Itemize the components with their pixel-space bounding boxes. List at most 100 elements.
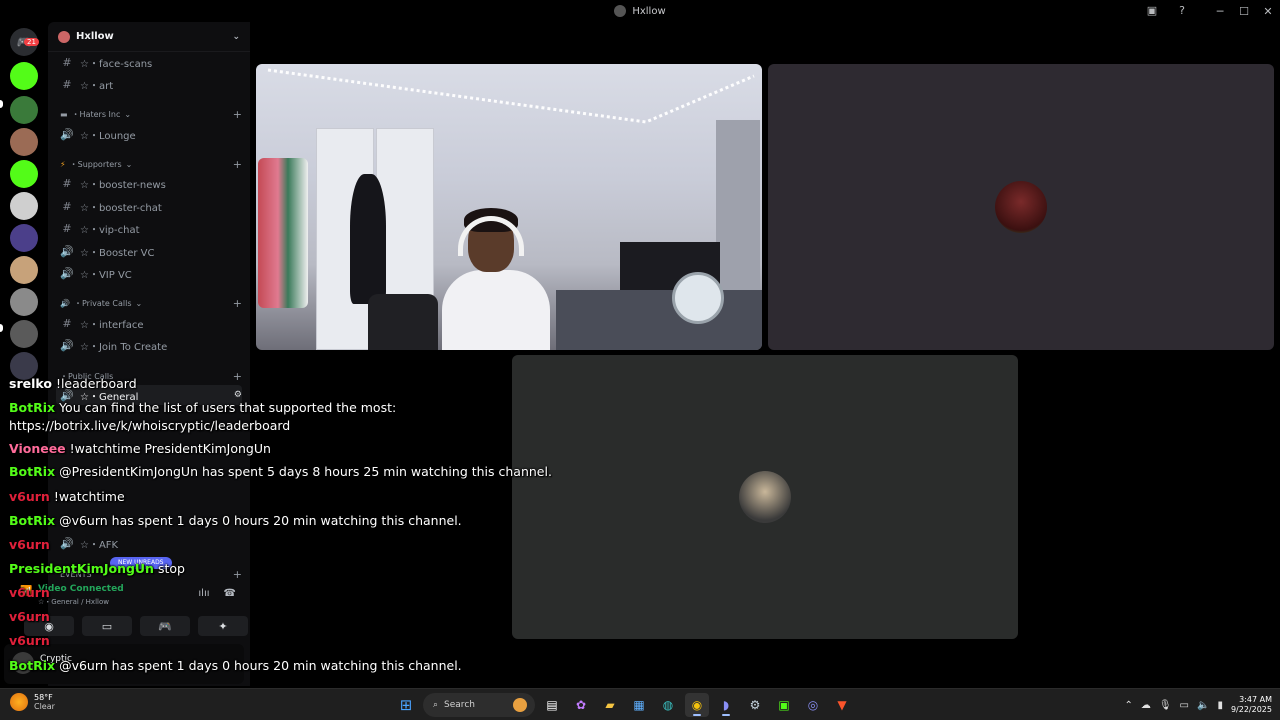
microphone-icon[interactable]: 🎙	[1159, 700, 1172, 711]
inbox-icon[interactable]: ▣	[1144, 3, 1160, 19]
network-icon[interactable]: ▭	[1180, 700, 1189, 711]
avatar[interactable]	[12, 652, 34, 674]
channel-vip-vc[interactable]: 🔊 ☆・VIP VC	[56, 263, 242, 283]
activity-button[interactable]: 🎮	[140, 616, 190, 636]
server-icon[interactable]	[10, 96, 38, 124]
chevron-down-icon: ⌄	[135, 298, 143, 308]
soundboard-button[interactable]: ✦	[198, 616, 248, 636]
username: Cryptic	[40, 654, 73, 664]
voice-channel-icon: 🔊	[60, 127, 74, 141]
channel-label: ☆・AFK	[80, 539, 119, 551]
channel-face-scans[interactable]: # ☆・face-scans	[56, 52, 242, 72]
chevron-down-icon: ⌄	[232, 31, 240, 42]
edge-icon[interactable]: ◍	[656, 693, 680, 717]
channel-art[interactable]: # ☆・art	[56, 74, 242, 94]
category-label: ・Public Calls	[60, 371, 114, 381]
server-icon[interactable]	[10, 288, 38, 316]
server-icon[interactable]	[10, 192, 38, 220]
server-icon[interactable]	[10, 128, 38, 156]
noise-suppression-icon[interactable]: ılıı	[198, 588, 209, 599]
video-tile-user[interactable]	[768, 64, 1274, 350]
channel-label: ☆・interface	[80, 319, 144, 331]
avatar	[739, 471, 791, 523]
brave-icon[interactable]: ▼	[830, 693, 854, 717]
volume-icon[interactable]: 🔈	[1197, 700, 1209, 711]
app-icon[interactable]: ▣	[772, 693, 796, 717]
add-channel-icon[interactable]: +	[233, 108, 242, 121]
channel-booster-news[interactable]: # ☆・booster-news	[56, 173, 242, 193]
add-channel-icon[interactable]: +	[233, 370, 242, 383]
server-icon[interactable]	[10, 320, 38, 348]
server-icon[interactable]	[10, 256, 38, 284]
app-icon[interactable]: ◎	[801, 693, 825, 717]
text-channel-icon: #	[62, 199, 72, 213]
mention-badge: 21	[24, 38, 39, 46]
window-title: Hxllow	[614, 5, 666, 17]
channel-booster-chat[interactable]: # ☆・booster-chat	[56, 196, 242, 216]
close-button[interactable]: ✕	[1256, 5, 1280, 18]
bed	[556, 290, 762, 350]
file-explorer-icon[interactable]: ▰	[598, 693, 622, 717]
voice-channel-icon: 🔊	[60, 266, 74, 280]
server-icon[interactable]	[10, 352, 38, 380]
maximize-button[interactable]: ☐	[1232, 5, 1256, 18]
channel-booster-vc[interactable]: 🔊 ☆・Booster VC	[56, 241, 242, 261]
clock-time: 3:47 AM	[1239, 695, 1272, 704]
channel-label: ☆・General	[80, 391, 139, 403]
copilot-icon[interactable]: ✿	[569, 693, 593, 717]
voice-channel-icon: 🔊	[60, 338, 74, 352]
channel-lounge[interactable]: 🔊 ☆・Lounge	[56, 124, 242, 144]
voice-status[interactable]: Video Connected	[38, 584, 124, 594]
minimize-button[interactable]: ─	[1208, 5, 1232, 18]
window-title-text: Hxllow	[632, 5, 666, 17]
video-tile-webcam[interactable]	[256, 64, 762, 350]
text-channel-icon: #	[62, 55, 72, 69]
channel-general[interactable]: 🔊 ☆・General ⚙	[56, 385, 242, 405]
camera-button[interactable]: ◉	[24, 616, 74, 636]
server-icon-kickbot[interactable]	[10, 62, 38, 90]
channel-settings-icon[interactable]: ⚙	[234, 390, 242, 400]
cloud-icon[interactable]: ☁	[1141, 700, 1151, 711]
category-private-calls[interactable]: 🔊 ・Private Calls ⌄ +	[56, 296, 242, 310]
clock[interactable]: 3:47 AM 9/22/2025	[1231, 695, 1272, 715]
chevron-up-icon[interactable]: ⌃	[1124, 700, 1132, 711]
channel-join-to-create[interactable]: 🔊 ☆・Join To Create	[56, 335, 242, 355]
weather-icon	[10, 693, 28, 711]
title-bar: Hxllow ▣ ? ─ ☐ ✕	[0, 0, 1280, 22]
category-supporters[interactable]: ⚡ ・Supporters ⌄ +	[56, 157, 242, 171]
add-channel-icon[interactable]: +	[233, 158, 242, 171]
taskbar-search[interactable]: ⌕ Search	[423, 693, 535, 717]
screenshare-button[interactable]: ▭	[82, 616, 132, 636]
channel-interface[interactable]: # ☆・interface	[56, 313, 242, 333]
new-unreads-pill[interactable]: NEW UNREADS	[110, 557, 172, 569]
person	[442, 208, 550, 350]
disconnect-icon[interactable]: ☎	[224, 588, 236, 599]
lightning-icon: ⚡	[60, 159, 66, 169]
voice-location[interactable]: ☆・General / Hxllow	[38, 597, 109, 607]
task-view-icon[interactable]: ▤	[540, 693, 564, 717]
battery-icon[interactable]: ▮	[1217, 700, 1223, 711]
unread-pip	[0, 324, 3, 332]
guild-name: Hxllow	[76, 31, 114, 42]
chrome-icon[interactable]: ◉	[685, 693, 709, 717]
video-tile-user[interactable]	[512, 355, 1018, 639]
channel-label: ☆・vip-chat	[80, 224, 140, 236]
store-icon[interactable]: ▦	[627, 693, 651, 717]
windows-start-icon[interactable]: ⊞	[394, 693, 418, 717]
server-icon-kick[interactable]	[10, 160, 38, 188]
server-icon[interactable]	[10, 224, 38, 252]
channel-afk[interactable]: 🔊 ☆・AFK	[56, 533, 242, 553]
discord-icon[interactable]: ◗	[714, 693, 738, 717]
category-label: ・Supporters	[69, 159, 122, 169]
add-channel-icon[interactable]: +	[233, 297, 242, 310]
category-public-calls[interactable]: ・Public Calls +	[56, 369, 242, 383]
category-haters-inc[interactable]: ▬ ・Haters Inc ⌄ +	[56, 107, 242, 121]
steam-icon[interactable]: ⚙	[743, 693, 767, 717]
channel-vip-chat[interactable]: # ☆・vip-chat	[56, 218, 242, 238]
guild-header[interactable]: Hxllow ⌄	[48, 22, 250, 52]
help-icon[interactable]: ?	[1174, 3, 1190, 19]
guild-icon	[58, 30, 70, 43]
hanging-coat	[350, 174, 386, 304]
weather-widget[interactable]: 58°F Clear	[10, 693, 55, 711]
text-channel-icon: #	[62, 221, 72, 235]
